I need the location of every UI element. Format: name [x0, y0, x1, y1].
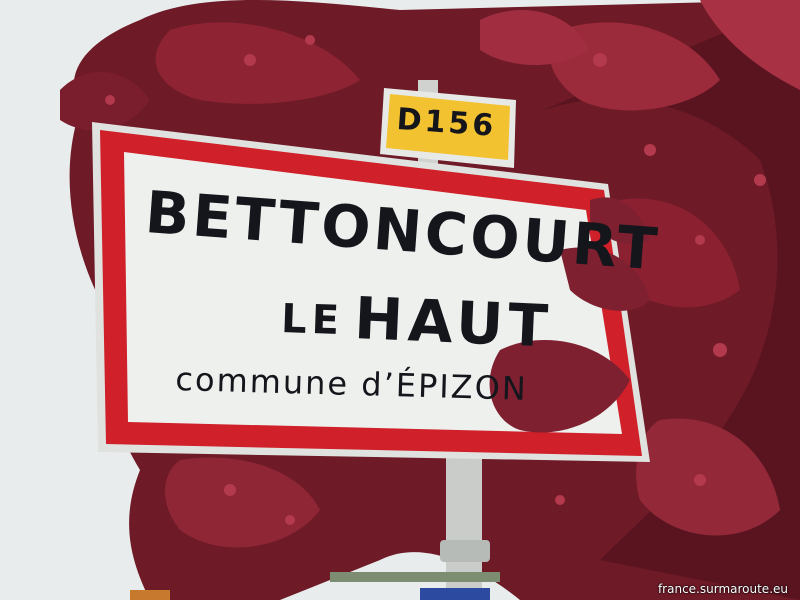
sign-line-haut: HAUT: [353, 284, 555, 361]
road-number-label: D156: [395, 102, 498, 144]
pole-clamp: [440, 540, 490, 562]
distant-roof: [130, 590, 170, 600]
ground-rail: [330, 572, 500, 582]
watermark: france.surmaroute.eu: [657, 582, 788, 596]
sign-line-le: LE: [280, 296, 345, 345]
blue-object: [420, 588, 490, 600]
